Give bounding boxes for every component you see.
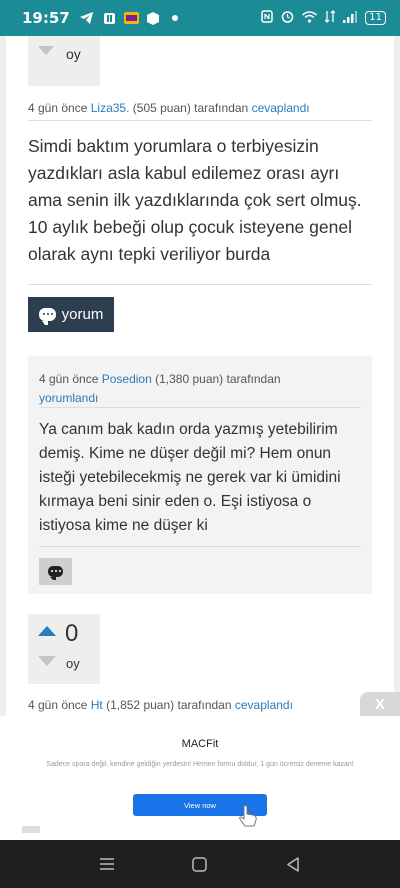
battery-indicator: 11 xyxy=(365,11,386,25)
data-icon xyxy=(324,10,336,26)
hand-pointer-icon xyxy=(236,804,260,828)
meta-date: 4 gün önce xyxy=(39,372,99,386)
chat-icon xyxy=(38,308,56,325)
reply-comment-button[interactable] xyxy=(39,558,72,585)
meta-by: tarafından xyxy=(226,372,281,386)
author-points: (1,852 puan) xyxy=(106,698,175,712)
signal-icon xyxy=(343,10,358,26)
status-right-icons: 11 xyxy=(261,10,386,26)
chat-icon xyxy=(48,566,63,580)
author-points: (1,380 puan) xyxy=(155,372,224,386)
vote-box: oy xyxy=(28,36,100,86)
vote-down-icon[interactable] xyxy=(38,656,56,666)
answer-card: oy 4 gün önce Liza35. (505 puan) tarafın… xyxy=(6,36,394,623)
ad-close-button[interactable]: X xyxy=(360,692,400,716)
vote-box: 0 oy xyxy=(28,614,100,684)
author-link[interactable]: Ht xyxy=(91,698,103,712)
notification-icon xyxy=(102,11,117,26)
author-link[interactable]: Liza35. xyxy=(91,101,130,115)
vote-unit: oy xyxy=(66,46,81,62)
commented-link[interactable]: yorumlandı xyxy=(39,391,98,405)
wifi-icon xyxy=(302,10,318,26)
author-link[interactable]: Posedion xyxy=(102,372,152,386)
divider xyxy=(39,546,361,547)
menu-icon xyxy=(99,858,114,870)
ad-banner[interactable]: X MACFit Sadece spora değil, kendine gel… xyxy=(0,692,400,840)
telegram-icon xyxy=(80,11,95,26)
meta-date: 4 gün önce xyxy=(28,101,88,115)
status-bar: 19:57 11 xyxy=(0,0,400,36)
comment-button[interactable]: yorum xyxy=(28,297,114,332)
comment-box: 4 gün önce Posedion (1,380 puan) tarafın… xyxy=(28,356,372,596)
system-nav-bar xyxy=(0,840,400,888)
answered-link[interactable]: cevaplandı xyxy=(235,698,293,712)
back-nav-button[interactable] xyxy=(273,849,313,879)
comment-meta: 4 gün önce Posedion (1,380 puan) tarafın… xyxy=(39,370,339,408)
answer-text: Simdi baktım yorumlara o terbiyesizin ya… xyxy=(28,136,362,264)
answer-meta: 4 gün önce Liza35. (505 puan) tarafından… xyxy=(28,101,310,115)
dot-icon xyxy=(168,11,183,26)
meta-date: 4 gün önce xyxy=(28,698,88,712)
comment-button-label: yorum xyxy=(61,306,104,323)
home-icon xyxy=(192,856,208,872)
nfc-icon xyxy=(261,10,274,26)
divider xyxy=(39,407,361,408)
ad-title: MACFit xyxy=(181,738,219,750)
divider xyxy=(28,284,372,285)
answered-link[interactable]: cevaplandı xyxy=(252,101,310,115)
alarm-icon xyxy=(281,10,294,26)
author-points: (505 puan) xyxy=(132,101,191,115)
meta-by: tarafından xyxy=(194,101,249,115)
vote-down-icon[interactable] xyxy=(38,46,54,55)
vote-count: 0 xyxy=(65,620,79,647)
ad-choices-badge[interactable] xyxy=(22,826,40,833)
vote-unit: oy xyxy=(66,656,80,671)
comment-text: Ya canım bak kadın orda yazmış yetebilir… xyxy=(39,421,341,534)
cube-icon xyxy=(146,11,161,26)
app-icon xyxy=(123,11,139,26)
ad-description: Sadece spora değil, kendine geldiğin yer… xyxy=(46,761,354,768)
meta-by: tarafından xyxy=(177,698,232,712)
vote-up-icon[interactable] xyxy=(38,626,56,636)
status-left-icons xyxy=(80,11,183,26)
back-icon xyxy=(287,856,300,872)
menu-nav-button[interactable] xyxy=(87,849,127,879)
answer-meta: 4 gün önce Ht (1,852 puan) tarafından ce… xyxy=(28,698,293,712)
status-time: 19:57 xyxy=(22,9,70,27)
divider xyxy=(28,120,372,121)
home-nav-button[interactable] xyxy=(180,849,220,879)
